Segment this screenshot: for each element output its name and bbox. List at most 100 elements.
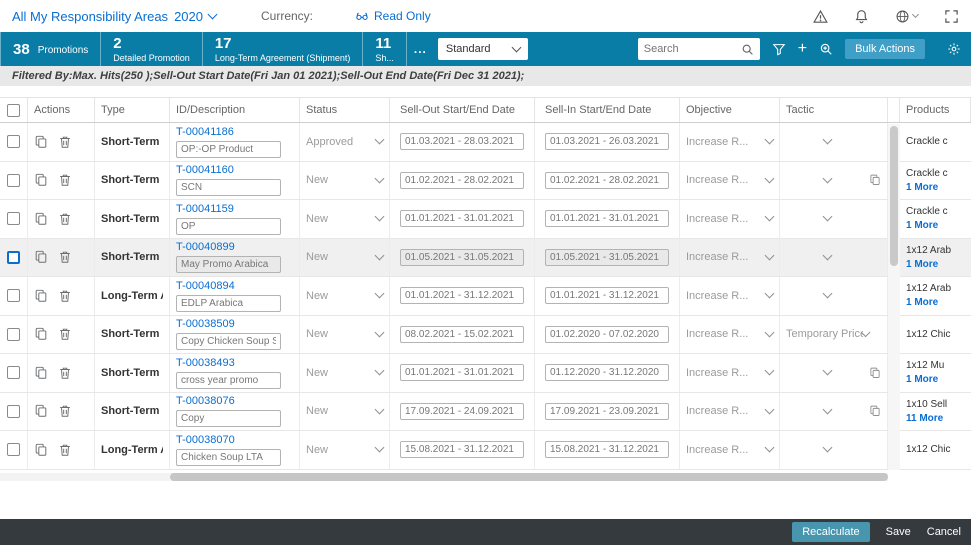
tab-promotions[interactable]: 38 Promotions: [0, 32, 101, 66]
promotion-id-link[interactable]: T-00040894: [176, 280, 235, 292]
delete-promotion-icon[interactable]: [58, 135, 72, 149]
delete-promotion-icon[interactable]: [58, 250, 72, 264]
row-checkbox[interactable]: [7, 366, 20, 379]
add-promotion-icon[interactable]: +: [798, 41, 807, 57]
delete-promotion-icon[interactable]: [58, 173, 72, 187]
description-input[interactable]: [176, 218, 281, 235]
globe-settings-icon[interactable]: [895, 9, 918, 24]
chevron-down-icon[interactable]: [375, 404, 385, 414]
sellin-date-input[interactable]: [545, 364, 669, 381]
chevron-down-icon[interactable]: [765, 135, 775, 145]
description-input[interactable]: [176, 372, 281, 389]
row-checkbox[interactable]: [7, 251, 20, 264]
chevron-down-icon[interactable]: [823, 173, 833, 183]
copy-promotion-icon[interactable]: [34, 135, 48, 149]
tabs-overflow-button[interactable]: ...: [407, 32, 434, 66]
sellin-date-input[interactable]: [545, 133, 669, 150]
sellout-date-input[interactable]: [400, 287, 524, 304]
sellin-date-input[interactable]: [545, 210, 669, 227]
promotion-id-link[interactable]: T-00041186: [176, 126, 234, 138]
read-only-indicator[interactable]: Read Only: [355, 9, 431, 23]
sellin-date-input[interactable]: [545, 249, 669, 266]
chevron-down-icon[interactable]: [375, 135, 385, 145]
description-input[interactable]: [176, 179, 281, 196]
cancel-button[interactable]: Cancel: [927, 526, 961, 538]
row-checkbox[interactable]: [7, 289, 20, 302]
products-more-link[interactable]: 1 More: [906, 182, 938, 193]
row-checkbox[interactable]: [7, 212, 20, 225]
promotion-id-link[interactable]: T-00038070: [176, 434, 235, 446]
chevron-down-icon[interactable]: [375, 212, 385, 222]
chevron-down-icon[interactable]: [823, 289, 833, 299]
copy-promotion-icon[interactable]: [34, 173, 48, 187]
chevron-down-icon[interactable]: [765, 443, 775, 453]
vertical-scrollbar-thumb[interactable]: [890, 126, 898, 266]
promotion-id-link[interactable]: T-00041160: [176, 164, 234, 176]
bulk-actions-button[interactable]: Bulk Actions: [845, 39, 925, 59]
tactic-copy-icon[interactable]: [869, 174, 881, 186]
search-input[interactable]: [644, 43, 736, 55]
chevron-down-icon[interactable]: [375, 289, 385, 299]
copy-promotion-icon[interactable]: [34, 327, 48, 341]
horizontal-scrollbar[interactable]: [0, 473, 888, 481]
promotion-id-link[interactable]: T-00041159: [176, 203, 234, 215]
chevron-down-icon[interactable]: [823, 135, 833, 145]
chevron-down-icon[interactable]: [375, 366, 385, 376]
description-input[interactable]: [176, 333, 281, 350]
chevron-down-icon[interactable]: [765, 327, 775, 337]
table-settings-gear-icon[interactable]: [947, 42, 961, 56]
sellout-date-input[interactable]: [400, 172, 524, 189]
fullscreen-icon[interactable]: [944, 9, 959, 24]
copy-promotion-icon[interactable]: [34, 212, 48, 226]
vertical-scrollbar[interactable]: [888, 124, 900, 470]
products-more-link[interactable]: 11 More: [906, 413, 943, 424]
select-all-checkbox[interactable]: [7, 104, 20, 117]
tab-long-term-agreement[interactable]: 17 Long-Term Agreement (Shipment): [203, 32, 364, 66]
sellout-date-input[interactable]: [400, 364, 524, 381]
chevron-down-icon[interactable]: [375, 173, 385, 183]
promotion-id-link[interactable]: T-00038493: [176, 357, 235, 369]
chevron-down-icon[interactable]: [765, 404, 775, 414]
sellin-date-input[interactable]: [545, 441, 669, 458]
search-box[interactable]: [638, 38, 760, 60]
products-more-link[interactable]: 1 More: [906, 220, 938, 231]
search-icon[interactable]: [741, 43, 754, 56]
chevron-down-icon[interactable]: [765, 250, 775, 260]
sellout-date-input[interactable]: [400, 210, 524, 227]
chevron-down-icon[interactable]: [823, 250, 833, 260]
copy-promotion-icon[interactable]: [34, 404, 48, 418]
copy-promotion-icon[interactable]: [34, 289, 48, 303]
chevron-down-icon[interactable]: [765, 366, 775, 376]
sellin-date-input[interactable]: [545, 287, 669, 304]
row-checkbox[interactable]: [7, 405, 20, 418]
description-input[interactable]: [176, 449, 281, 466]
recalculate-button[interactable]: Recalculate: [792, 522, 869, 542]
notifications-bell-icon[interactable]: [854, 9, 869, 24]
delete-promotion-icon[interactable]: [58, 443, 72, 457]
sellin-date-input[interactable]: [545, 326, 669, 343]
alerts-icon[interactable]: [813, 9, 828, 24]
filter-icon[interactable]: [772, 42, 786, 56]
sellout-date-input[interactable]: [400, 403, 524, 420]
products-more-link[interactable]: 1 More: [906, 259, 938, 270]
sellout-date-input[interactable]: [400, 133, 524, 150]
chevron-down-icon[interactable]: [375, 250, 385, 260]
delete-promotion-icon[interactable]: [58, 366, 72, 380]
tactic-copy-icon[interactable]: [869, 405, 881, 417]
delete-promotion-icon[interactable]: [58, 289, 72, 303]
sellout-date-input[interactable]: [400, 249, 524, 266]
description-input[interactable]: [176, 410, 281, 427]
promotion-id-link[interactable]: T-00038509: [176, 318, 235, 330]
row-checkbox[interactable]: [7, 328, 20, 341]
chevron-down-icon[interactable]: [823, 404, 833, 414]
copy-promotion-icon[interactable]: [34, 366, 48, 380]
delete-promotion-icon[interactable]: [58, 404, 72, 418]
chevron-down-icon[interactable]: [823, 443, 833, 453]
row-checkbox[interactable]: [7, 443, 20, 456]
description-input[interactable]: [176, 141, 281, 158]
sellout-date-input[interactable]: [400, 441, 524, 458]
save-button[interactable]: Save: [886, 526, 911, 538]
products-more-link[interactable]: 1 More: [906, 374, 938, 385]
horizontal-scrollbar-thumb[interactable]: [170, 473, 888, 481]
zoom-in-icon[interactable]: [819, 42, 833, 56]
